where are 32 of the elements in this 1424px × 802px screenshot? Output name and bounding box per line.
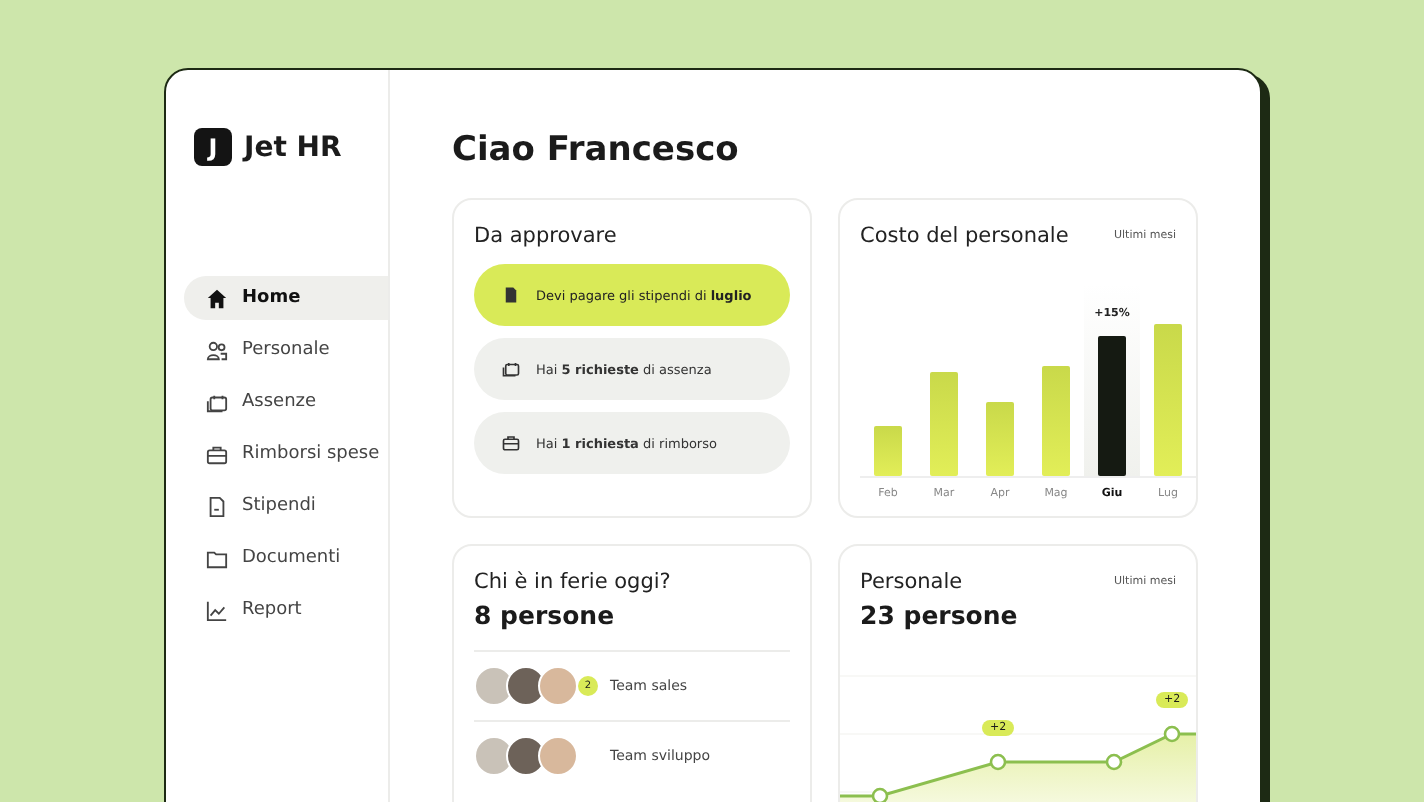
card-title: Chi è in ferie oggi? bbox=[474, 570, 673, 594]
greeting-title: Ciao Francesco bbox=[452, 130, 741, 170]
avatar bbox=[538, 736, 578, 776]
document-icon bbox=[206, 495, 228, 517]
sidebar-item[interactable]: Assenze bbox=[184, 380, 388, 424]
sidebar-item[interactable]: Stipendi bbox=[184, 484, 388, 528]
logo-icon: J bbox=[194, 128, 232, 166]
sidebar-item[interactable]: Rimborsi spese bbox=[184, 432, 388, 476]
briefcase-icon bbox=[502, 434, 520, 452]
avatar bbox=[474, 736, 514, 776]
card-title: Personale bbox=[860, 570, 963, 594]
briefcase-icon bbox=[206, 443, 228, 465]
sidebar-item[interactable]: Personale bbox=[184, 328, 388, 372]
people-count: 8 persone bbox=[474, 600, 617, 630]
calendar-icon bbox=[206, 391, 228, 413]
card-title: Costo del personale bbox=[860, 224, 1069, 248]
avatar bbox=[474, 666, 514, 706]
folder-icon bbox=[206, 547, 228, 569]
avatar bbox=[538, 666, 578, 706]
avatar bbox=[506, 666, 546, 706]
avatar bbox=[506, 736, 546, 776]
sidebar-item[interactable]: Documenti bbox=[184, 536, 388, 580]
people-count: 23 persone bbox=[860, 600, 1020, 630]
sidebar-item[interactable]: Home bbox=[184, 276, 388, 320]
document-icon bbox=[502, 286, 520, 304]
home-icon bbox=[206, 287, 228, 309]
brand-name: Jet HR bbox=[244, 131, 342, 163]
chart-icon bbox=[206, 599, 228, 621]
calendar-icon bbox=[502, 360, 520, 378]
card-title: Da approvare bbox=[474, 224, 619, 248]
people-icon bbox=[206, 339, 228, 361]
sidebar-item[interactable]: Report bbox=[184, 588, 388, 632]
